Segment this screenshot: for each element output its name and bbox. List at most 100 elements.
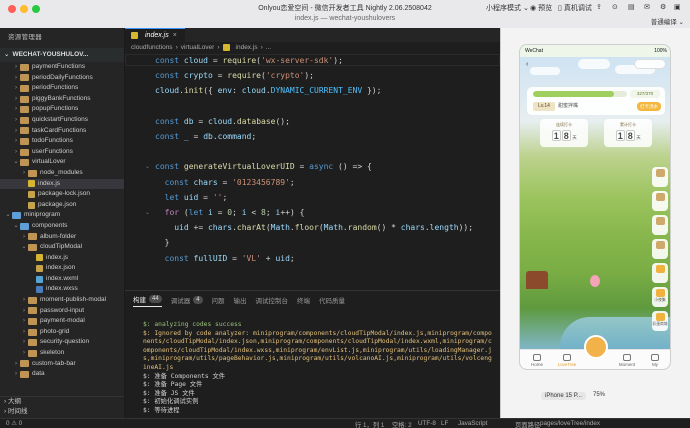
- side-action-button[interactable]: [652, 215, 668, 235]
- tab-index-js[interactable]: index.js ×: [125, 28, 185, 42]
- code-token: 'VL': [241, 253, 261, 263]
- tree-item[interactable]: › skeleton: [0, 348, 124, 359]
- upload-button[interactable]: ⇪: [596, 3, 602, 11]
- tree-item[interactable]: ⌄ miniprogram: [0, 210, 124, 221]
- code-token: DYNAMIC_CURRENT_ENV: [270, 86, 363, 96]
- details-button[interactable]: ▤: [628, 3, 635, 11]
- tree-item[interactable]: › data: [0, 369, 124, 380]
- tree-item[interactable]: ⌄ components: [0, 221, 124, 232]
- panel-tab[interactable]: 输出: [234, 295, 247, 305]
- tree-item[interactable]: › taskCardFunctions: [0, 126, 124, 137]
- tree-item[interactable]: › periodDailyFunctions: [0, 73, 124, 84]
- code-area[interactable]: const cloud = require('wx-server-sdk'); c…: [125, 53, 500, 290]
- console-line: $: 等待进程: [143, 406, 180, 414]
- panel-tab[interactable]: 问题: [212, 295, 225, 305]
- tree-item[interactable]: › moment-publish-modal: [0, 295, 124, 306]
- encoding[interactable]: UTF-8: [418, 420, 436, 427]
- tree-item[interactable]: › periodFunctions: [0, 83, 124, 94]
- version-button[interactable]: ⊙: [612, 3, 618, 11]
- real-debug-button[interactable]: ▯ 真机调试: [558, 3, 592, 13]
- language-mode[interactable]: JavaScript: [458, 420, 487, 427]
- breadcrumb-item[interactable]: virtualLover: [181, 42, 215, 53]
- tree-item[interactable]: › paymentFunctions: [0, 62, 124, 73]
- side-action-button[interactable]: 彩蛋商城: [652, 311, 668, 331]
- tree-item[interactable]: › album-folder: [0, 232, 124, 243]
- doghouse[interactable]: [526, 271, 548, 289]
- side-action-button[interactable]: 小夜集: [652, 287, 668, 307]
- breadcrumb-item[interactable]: cloudfunctions: [131, 42, 173, 53]
- tree-item[interactable]: › node_modules: [0, 168, 124, 179]
- tree-item[interactable]: › password-input: [0, 306, 124, 317]
- back-icon[interactable]: ‹: [526, 61, 528, 68]
- fold-icon[interactable]: ⌄: [145, 163, 150, 170]
- tree-item[interactable]: › todoFunctions: [0, 136, 124, 147]
- side-action-button[interactable]: [652, 239, 668, 259]
- tree-item-label: quickstartFunctions: [32, 115, 88, 123]
- phone-tab-item[interactable]: Home: [522, 354, 552, 367]
- zoom-select[interactable]: 75%: [593, 392, 605, 398]
- side-action-button[interactable]: [652, 191, 668, 211]
- code-token: length: [429, 223, 459, 233]
- code-token: }: [155, 238, 170, 248]
- settings-button[interactable]: ⚙: [660, 3, 666, 11]
- cursor-position[interactable]: 行 1，列 1: [355, 420, 384, 428]
- center-action-button[interactable]: [584, 335, 608, 359]
- daily-checkin-button[interactable]: 打卡浇水: [637, 102, 661, 111]
- code-token: ++) {: [280, 208, 305, 217]
- preview-label: 预览: [538, 5, 553, 12]
- mode-selector[interactable]: 小程序模式 ⌄: [486, 3, 529, 13]
- pet-character[interactable]: [590, 275, 600, 287]
- timeline-section[interactable]: › 时间线: [0, 407, 124, 417]
- indent-setting[interactable]: 空格: 2: [392, 420, 412, 428]
- phone-tab-item[interactable]: Moment: [612, 354, 642, 367]
- layout-button[interactable]: ▣: [674, 3, 681, 11]
- code-token: ;: [265, 208, 276, 217]
- feature-icon: [655, 169, 665, 177]
- tree-item[interactable]: › userFunctions: [0, 147, 124, 158]
- compile-mode-select[interactable]: 普通编译 ⌄: [651, 16, 684, 26]
- fold-icon[interactable]: ⌄: [145, 209, 150, 216]
- eol[interactable]: LF: [441, 420, 448, 427]
- phone-simulator[interactable]: WeChat 100% ‹ 327/370 Lv.14 甜蜜拌嘴 打卡浇水 连续…: [519, 44, 671, 370]
- tree-item[interactable]: › popupFunctions: [0, 104, 124, 115]
- tree-item[interactable]: ⌄ virtualLover: [0, 157, 124, 168]
- phone-tab-item[interactable]: LoveTree: [552, 354, 582, 367]
- device-select[interactable]: iPhone 15 P...: [541, 392, 586, 400]
- folder-icon: [28, 349, 37, 357]
- tree-item[interactable]: index.json: [0, 263, 124, 274]
- tree-item[interactable]: › photo-grid: [0, 327, 124, 338]
- panel-tab[interactable]: 调试控制台: [256, 295, 289, 305]
- page-path[interactable]: pages/loveTree/index: [540, 420, 600, 427]
- code-token: <: [246, 208, 262, 217]
- tree-item[interactable]: index.js: [0, 178, 124, 190]
- tree-item[interactable]: › custom-tab-bar: [0, 359, 124, 370]
- tree-item[interactable]: index.wxss: [0, 284, 124, 295]
- breadcrumb-item[interactable]: index.js: [236, 42, 258, 53]
- tree-item[interactable]: index.wxml: [0, 274, 124, 285]
- tree-item[interactable]: › quickstartFunctions: [0, 115, 124, 126]
- preview-button[interactable]: ◉ 预览: [530, 3, 552, 13]
- tree-item[interactable]: package-lock.json: [0, 189, 124, 200]
- panel-tab[interactable]: 终端: [297, 295, 310, 305]
- side-action-button[interactable]: [652, 263, 668, 283]
- panel-tab[interactable]: 代码质量: [319, 295, 345, 305]
- chevron-right-icon: ›: [15, 371, 17, 378]
- capsule-menu[interactable]: [634, 59, 666, 69]
- close-icon[interactable]: ×: [173, 29, 177, 43]
- panel-tab[interactable]: 构建 44: [133, 294, 162, 307]
- tree-item[interactable]: › payment-modal: [0, 316, 124, 327]
- tree-item[interactable]: index.js: [0, 253, 124, 264]
- tree-item[interactable]: ⌄ cloudTipModal: [0, 242, 124, 253]
- project-header[interactable]: ⌄ WECHAT-YOUSHULOV...: [0, 48, 124, 62]
- panel-tab[interactable]: 调试器 4: [171, 295, 203, 305]
- breadcrumb-item[interactable]: ...: [266, 42, 271, 53]
- tree-item[interactable]: › piggyBankFunctions: [0, 94, 124, 105]
- problems-count[interactable]: 0 ⚠ 0: [6, 420, 22, 427]
- outline-section[interactable]: › 大纲: [0, 396, 124, 406]
- phone-tab-item[interactable]: My: [640, 354, 670, 367]
- couple-avatars[interactable]: [578, 59, 610, 69]
- message-button[interactable]: ✉: [644, 3, 650, 11]
- tree-item[interactable]: package.json: [0, 200, 124, 211]
- side-action-button[interactable]: [652, 167, 668, 187]
- tree-item[interactable]: › security-question: [0, 337, 124, 348]
